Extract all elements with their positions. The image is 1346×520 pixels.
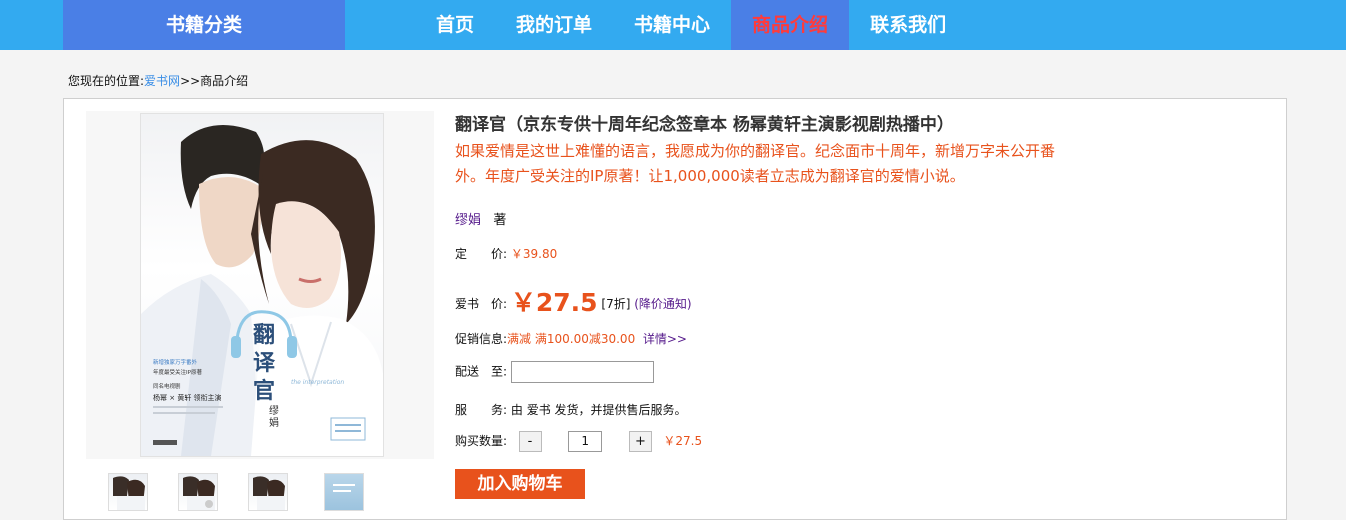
author-link[interactable]: 缪娟: [455, 213, 481, 228]
add-to-cart-button[interactable]: 加入购物车: [455, 469, 585, 499]
sale-price: ￥27.5: [510, 288, 598, 317]
nav-contact-us[interactable]: 联系我们: [849, 0, 967, 50]
list-price-label: 定 价:: [455, 247, 508, 261]
delivery-label: 配送 至:: [455, 364, 508, 379]
price-alert-link[interactable]: (降价通知): [634, 297, 691, 311]
thumbnail-2-image: [183, 476, 215, 510]
author-suffix: 著: [493, 213, 507, 228]
nav-my-orders[interactable]: 我的订单: [495, 0, 613, 50]
delivery-row: 配送 至:: [455, 361, 654, 383]
thumbnail-4-image: [333, 484, 355, 492]
promo-row: 促销信息:满减 满100.00减30.00 详情>>: [455, 330, 687, 347]
svg-text:新增独家万字番外: 新增独家万字番外: [153, 358, 198, 366]
quantity-input[interactable]: 1: [568, 431, 603, 452]
breadcrumb-site-link[interactable]: 爱书网: [144, 74, 180, 88]
cover-title-char-1: 翻: [253, 322, 275, 348]
promo-text: 满减 满100.00减30.00: [507, 332, 636, 346]
breadcrumb-separator: >>: [180, 74, 201, 88]
quantity-increase-button[interactable]: +: [628, 431, 652, 452]
book-category-button[interactable]: 书籍分类: [63, 0, 345, 50]
product-info: 翻译官（京东专供十周年纪念签章本 杨幂黄轩主演影视剧热播中） 如果爱情是这世上难…: [455, 113, 1135, 499]
subtotal-price: ￥27.5: [663, 434, 703, 448]
nav-book-center[interactable]: 书籍中心: [613, 0, 731, 50]
product-image-area: 翻 译 官 缪 娟 the interpretation 新增独家万字番外 年度…: [86, 111, 434, 459]
svg-text:the interpretation: the interpretation: [291, 379, 344, 386]
service-label: 服 务:: [455, 403, 508, 417]
product-panel: 翻 译 官 缪 娟 the interpretation 新增独家万字番外 年度…: [63, 98, 1287, 520]
service-text: 由 爱书 发货，并提供售后服务。: [510, 403, 687, 417]
nav-home[interactable]: 首页: [415, 0, 495, 50]
thumbnail-3[interactable]: [248, 473, 288, 511]
breadcrumb-current: 商品介绍: [200, 74, 249, 88]
quantity-label: 购买数量:: [455, 434, 508, 448]
thumbnail-1-image: [113, 476, 145, 510]
nav-product-intro[interactable]: 商品介绍: [731, 0, 850, 50]
svg-text:年度最受关注IP原著: 年度最受关注IP原著: [153, 368, 202, 376]
sale-price-label: 爱书 价:: [455, 297, 508, 311]
list-price: ￥39.80: [510, 247, 558, 261]
svg-text:杨幂 × 黄轩 领衔主演: 杨幂 × 黄轩 领衔主演: [153, 393, 222, 402]
promo-label: 促销信息:: [455, 332, 508, 346]
promo-details-link[interactable]: 详情>>: [643, 332, 687, 346]
cover-author-char-2: 娟: [269, 416, 279, 429]
product-subtitle: 如果爱情是这世上难懂的语言，我愿成为你的翻译官。纪念面市十周年，新增万字未公开番…: [455, 142, 1056, 185]
thumbnail-3-image: [253, 476, 285, 510]
thumbnail-1[interactable]: [108, 473, 148, 511]
cover-title-char-3: 官: [253, 378, 275, 404]
cover-title-char-2: 译: [253, 350, 276, 376]
thumbnail-2[interactable]: [178, 473, 218, 511]
list-price-row: 定 价: ￥39.80: [455, 245, 557, 262]
thumbnail-strip: [86, 471, 434, 511]
top-nav-bar: 书籍分类 首页 我的订单 书籍中心 商品介绍 联系我们: [0, 0, 1346, 50]
sale-price-row: 爱书 价: ￥27.5 [7折] (降价通知): [455, 283, 692, 319]
quantity-decrease-button[interactable]: -: [518, 431, 542, 452]
author-row: 缪娟 著: [455, 209, 506, 228]
quantity-row: 购买数量: - 1 + ￥27.5: [455, 431, 702, 452]
delivery-address-input[interactable]: [510, 361, 654, 383]
product-title: 翻译官（京东专供十周年纪念签章本 杨幂黄轩主演影视剧热播中）: [455, 115, 954, 135]
service-row: 服 务: 由 爱书 发货，并提供售后服务。: [455, 401, 687, 418]
thumbnail-4[interactable]: [324, 473, 364, 511]
svg-text:同名电视剧: 同名电视剧: [153, 382, 181, 390]
cover-author-char-1: 缪: [269, 404, 279, 417]
cover-illustration: 翻 译 官 缪 娟 the interpretation 新增独家万字番外 年度…: [141, 124, 383, 456]
book-cover-image[interactable]: 翻 译 官 缪 娟 the interpretation 新增独家万字番外 年度…: [140, 113, 384, 457]
breadcrumb: 您现在的位置:爱书网>>商品介绍: [68, 72, 248, 89]
main-nav: 首页 我的订单 书籍中心 商品介绍 联系我们: [415, 0, 967, 50]
discount-badge: [7折]: [601, 297, 631, 311]
breadcrumb-prefix: 您现在的位置:: [68, 74, 145, 88]
